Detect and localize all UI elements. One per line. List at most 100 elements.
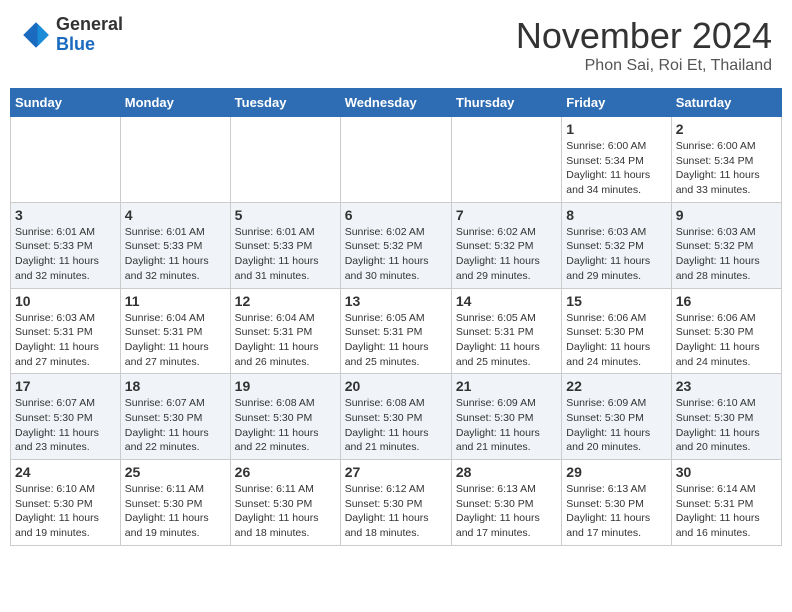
day-number: 22 bbox=[566, 378, 666, 394]
calendar-week-row: 10 Sunrise: 6:03 AM Sunset: 5:31 PM Dayli… bbox=[11, 288, 782, 374]
calendar-cell: 30 Sunrise: 6:14 AM Sunset: 5:31 PM Dayli… bbox=[671, 460, 781, 546]
day-info: Sunrise: 6:13 AM Sunset: 5:30 PM Dayligh… bbox=[566, 482, 666, 541]
calendar-cell: 21 Sunrise: 6:09 AM Sunset: 5:30 PM Dayli… bbox=[451, 374, 561, 460]
day-number: 9 bbox=[676, 207, 777, 223]
calendar-cell: 19 Sunrise: 6:08 AM Sunset: 5:30 PM Dayli… bbox=[230, 374, 340, 460]
month-title: November 2024 bbox=[516, 15, 772, 57]
day-info: Sunrise: 6:08 AM Sunset: 5:30 PM Dayligh… bbox=[235, 396, 336, 455]
calendar-cell: 14 Sunrise: 6:05 AM Sunset: 5:31 PM Dayli… bbox=[451, 288, 561, 374]
calendar-cell: 15 Sunrise: 6:06 AM Sunset: 5:30 PM Dayli… bbox=[562, 288, 671, 374]
calendar-day-header: Tuesday bbox=[230, 89, 340, 117]
day-info: Sunrise: 6:00 AM Sunset: 5:34 PM Dayligh… bbox=[676, 139, 777, 198]
day-number: 6 bbox=[345, 207, 447, 223]
calendar-day-header: Sunday bbox=[11, 89, 121, 117]
calendar-week-row: 17 Sunrise: 6:07 AM Sunset: 5:30 PM Dayli… bbox=[11, 374, 782, 460]
day-info: Sunrise: 6:10 AM Sunset: 5:30 PM Dayligh… bbox=[15, 482, 116, 541]
day-number: 11 bbox=[125, 293, 226, 309]
day-info: Sunrise: 6:04 AM Sunset: 5:31 PM Dayligh… bbox=[125, 311, 226, 370]
calendar-week-row: 24 Sunrise: 6:10 AM Sunset: 5:30 PM Dayli… bbox=[11, 460, 782, 546]
calendar-cell: 17 Sunrise: 6:07 AM Sunset: 5:30 PM Dayli… bbox=[11, 374, 121, 460]
day-number: 29 bbox=[566, 464, 666, 480]
day-info: Sunrise: 6:12 AM Sunset: 5:30 PM Dayligh… bbox=[345, 482, 447, 541]
day-number: 19 bbox=[235, 378, 336, 394]
day-info: Sunrise: 6:11 AM Sunset: 5:30 PM Dayligh… bbox=[125, 482, 226, 541]
day-info: Sunrise: 6:03 AM Sunset: 5:32 PM Dayligh… bbox=[676, 225, 777, 284]
day-number: 7 bbox=[456, 207, 557, 223]
day-number: 14 bbox=[456, 293, 557, 309]
day-info: Sunrise: 6:01 AM Sunset: 5:33 PM Dayligh… bbox=[125, 225, 226, 284]
day-number: 8 bbox=[566, 207, 666, 223]
day-info: Sunrise: 6:03 AM Sunset: 5:31 PM Dayligh… bbox=[15, 311, 116, 370]
day-info: Sunrise: 6:04 AM Sunset: 5:31 PM Dayligh… bbox=[235, 311, 336, 370]
calendar-cell: 6 Sunrise: 6:02 AM Sunset: 5:32 PM Daylig… bbox=[340, 202, 451, 288]
day-number: 3 bbox=[15, 207, 116, 223]
calendar-cell: 29 Sunrise: 6:13 AM Sunset: 5:30 PM Dayli… bbox=[562, 460, 671, 546]
calendar-cell bbox=[230, 117, 340, 203]
day-info: Sunrise: 6:01 AM Sunset: 5:33 PM Dayligh… bbox=[15, 225, 116, 284]
day-info: Sunrise: 6:14 AM Sunset: 5:31 PM Dayligh… bbox=[676, 482, 777, 541]
day-info: Sunrise: 6:00 AM Sunset: 5:34 PM Dayligh… bbox=[566, 139, 666, 198]
calendar-cell: 13 Sunrise: 6:05 AM Sunset: 5:31 PM Dayli… bbox=[340, 288, 451, 374]
calendar-cell: 26 Sunrise: 6:11 AM Sunset: 5:30 PM Dayli… bbox=[230, 460, 340, 546]
calendar-cell: 25 Sunrise: 6:11 AM Sunset: 5:30 PM Dayli… bbox=[120, 460, 230, 546]
calendar-day-header: Thursday bbox=[451, 89, 561, 117]
location-title: Phon Sai, Roi Et, Thailand bbox=[516, 57, 772, 75]
day-number: 30 bbox=[676, 464, 777, 480]
day-number: 23 bbox=[676, 378, 777, 394]
calendar-cell: 16Sunrise: 6:06 AM Sunset: 5:30 PM Dayli… bbox=[671, 288, 781, 374]
day-info: Sunrise: 6:06 AM Sunset: 5:30 PM Dayligh… bbox=[566, 311, 666, 370]
day-info: Sunrise: 6:13 AM Sunset: 5:30 PM Dayligh… bbox=[456, 482, 557, 541]
day-info: Sunrise: 6:03 AM Sunset: 5:32 PM Dayligh… bbox=[566, 225, 666, 284]
day-number: 21 bbox=[456, 378, 557, 394]
day-info: Sunrise: 6:09 AM Sunset: 5:30 PM Dayligh… bbox=[456, 396, 557, 455]
logo-icon bbox=[20, 19, 52, 51]
day-number: 1 bbox=[566, 121, 666, 137]
title-block: November 2024 Phon Sai, Roi Et, Thailand bbox=[516, 15, 772, 75]
day-info: Sunrise: 6:02 AM Sunset: 5:32 PM Dayligh… bbox=[456, 225, 557, 284]
day-number: 10 bbox=[15, 293, 116, 309]
page-header: General Blue November 2024 Phon Sai, Roi… bbox=[10, 10, 782, 80]
calendar-cell bbox=[340, 117, 451, 203]
day-info: Sunrise: 6:02 AM Sunset: 5:32 PM Dayligh… bbox=[345, 225, 447, 284]
calendar-day-header: Friday bbox=[562, 89, 671, 117]
day-info: Sunrise: 6:07 AM Sunset: 5:30 PM Dayligh… bbox=[15, 396, 116, 455]
calendar-cell: 27 Sunrise: 6:12 AM Sunset: 5:30 PM Dayli… bbox=[340, 460, 451, 546]
day-number: 17 bbox=[15, 378, 116, 394]
calendar-week-row: 3 Sunrise: 6:01 AM Sunset: 5:33 PM Daylig… bbox=[11, 202, 782, 288]
day-number: 5 bbox=[235, 207, 336, 223]
calendar-cell: 11 Sunrise: 6:04 AM Sunset: 5:31 PM Dayli… bbox=[120, 288, 230, 374]
calendar-week-row: 1 Sunrise: 6:00 AM Sunset: 5:34 PM Daylig… bbox=[11, 117, 782, 203]
calendar-cell bbox=[11, 117, 121, 203]
day-number: 27 bbox=[345, 464, 447, 480]
calendar-table: SundayMondayTuesdayWednesdayThursdayFrid… bbox=[10, 88, 782, 546]
day-number: 13 bbox=[345, 293, 447, 309]
day-info: Sunrise: 6:06 AM Sunset: 5:30 PM Dayligh… bbox=[676, 311, 777, 370]
day-number: 15 bbox=[566, 293, 666, 309]
day-number: 20 bbox=[345, 378, 447, 394]
calendar-cell: 18Sunrise: 6:07 AM Sunset: 5:30 PM Dayli… bbox=[120, 374, 230, 460]
day-info: Sunrise: 6:08 AM Sunset: 5:30 PM Dayligh… bbox=[345, 396, 447, 455]
calendar-cell: 9 Sunrise: 6:03 AM Sunset: 5:32 PM Daylig… bbox=[671, 202, 781, 288]
logo-text: General Blue bbox=[56, 15, 123, 55]
day-number: 25 bbox=[125, 464, 226, 480]
day-number: 2 bbox=[676, 121, 777, 137]
calendar-cell: 10 Sunrise: 6:03 AM Sunset: 5:31 PM Dayli… bbox=[11, 288, 121, 374]
day-number: 12 bbox=[235, 293, 336, 309]
day-info: Sunrise: 6:01 AM Sunset: 5:33 PM Dayligh… bbox=[235, 225, 336, 284]
day-info: Sunrise: 6:11 AM Sunset: 5:30 PM Dayligh… bbox=[235, 482, 336, 541]
day-info: Sunrise: 6:05 AM Sunset: 5:31 PM Dayligh… bbox=[456, 311, 557, 370]
day-number: 4 bbox=[125, 207, 226, 223]
day-info: Sunrise: 6:05 AM Sunset: 5:31 PM Dayligh… bbox=[345, 311, 447, 370]
day-info: Sunrise: 6:10 AM Sunset: 5:30 PM Dayligh… bbox=[676, 396, 777, 455]
calendar-cell bbox=[120, 117, 230, 203]
calendar-cell: 3 Sunrise: 6:01 AM Sunset: 5:33 PM Daylig… bbox=[11, 202, 121, 288]
calendar-day-header: Saturday bbox=[671, 89, 781, 117]
calendar-header-row: SundayMondayTuesdayWednesdayThursdayFrid… bbox=[11, 89, 782, 117]
day-info: Sunrise: 6:09 AM Sunset: 5:30 PM Dayligh… bbox=[566, 396, 666, 455]
calendar-cell: 23 Sunrise: 6:10 AM Sunset: 5:30 PM Dayli… bbox=[671, 374, 781, 460]
calendar-cell: 24 Sunrise: 6:10 AM Sunset: 5:30 PM Dayli… bbox=[11, 460, 121, 546]
calendar-day-header: Monday bbox=[120, 89, 230, 117]
day-number: 24 bbox=[15, 464, 116, 480]
day-number: 26 bbox=[235, 464, 336, 480]
calendar-cell: 7 Sunrise: 6:02 AM Sunset: 5:32 PM Daylig… bbox=[451, 202, 561, 288]
